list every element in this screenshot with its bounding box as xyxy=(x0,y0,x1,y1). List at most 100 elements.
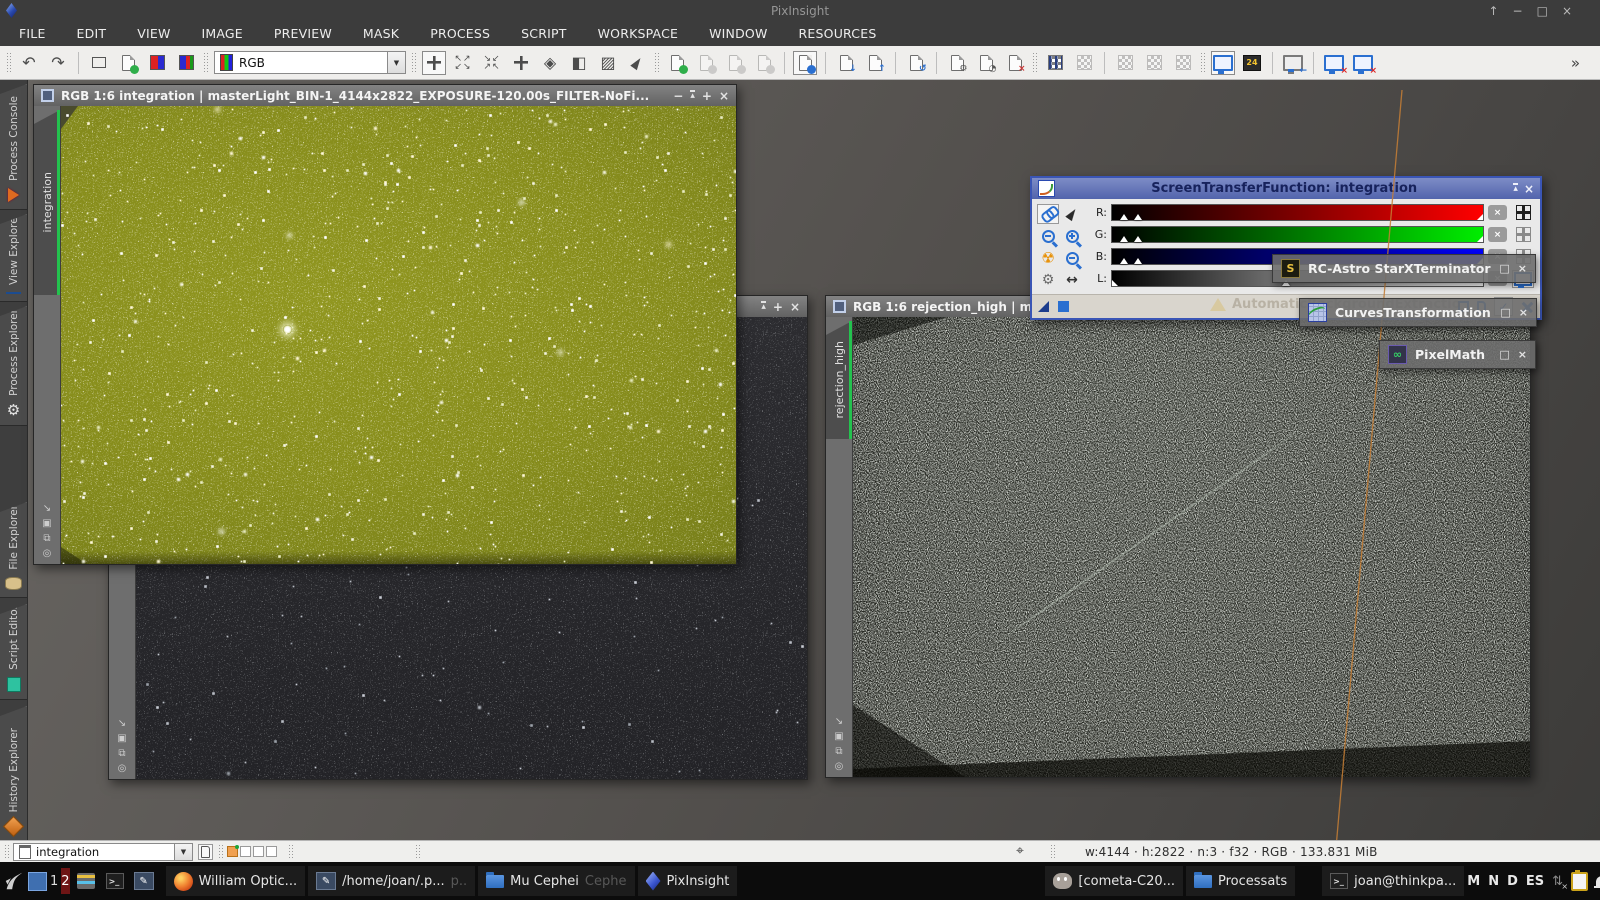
new-instance-icon[interactable] xyxy=(1058,301,1069,312)
text-editor-launcher-icon[interactable]: ✎ xyxy=(131,872,157,890)
shade-button[interactable]: ▴ xyxy=(690,90,695,101)
workspace-2-button[interactable]: 2 xyxy=(61,868,69,894)
stf-titlebar[interactable]: ScreenTransferFunction: integration ▴ × xyxy=(1032,178,1540,199)
pan-mode-icon[interactable] xyxy=(509,51,533,75)
track-view-icon[interactable]: ◎ xyxy=(43,548,52,559)
reset-stf-icon[interactable]: × xyxy=(1322,51,1346,75)
menu-image[interactable]: IMAGE xyxy=(202,26,243,41)
task-terminal-joan[interactable]: >_ joan@thinkpa... xyxy=(1322,866,1464,896)
process-settings-icon[interactable]: ⚙ xyxy=(945,51,969,75)
close-button[interactable]: × xyxy=(1519,306,1528,319)
roll-up-button[interactable]: ↑ xyxy=(1488,4,1498,18)
tab-process-explorer[interactable]: Process Explorer ⚙ xyxy=(0,306,27,426)
statusbar-handle[interactable] xyxy=(1050,844,1055,860)
statusbar-handle[interactable] xyxy=(218,844,223,860)
fit-window-icon[interactable]: ↘ xyxy=(43,503,51,514)
close-button[interactable]: × xyxy=(1524,182,1534,196)
clipboard-icon[interactable] xyxy=(1571,872,1588,891)
shade-button[interactable]: ▴ xyxy=(1513,183,1518,194)
workspace-swatch-4[interactable] xyxy=(266,846,277,857)
clear-stf-icon[interactable]: × xyxy=(1351,51,1375,75)
24bit-lut-icon[interactable]: 24 xyxy=(1240,51,1264,75)
fit-window-icon[interactable]: ↘ xyxy=(835,716,843,727)
workspace-1-button[interactable]: 1 xyxy=(50,868,58,894)
undo-icon[interactable]: ↶ xyxy=(17,51,41,75)
shade-button[interactable]: ▴ xyxy=(761,301,766,312)
task-mu-cephei[interactable]: Mu CepheiCephe xyxy=(478,866,634,896)
kbd-layout-es[interactable]: ES xyxy=(1526,874,1544,889)
tab-file-explorer[interactable]: File Explorer xyxy=(0,502,27,598)
process-history-icon[interactable]: ◔ xyxy=(974,51,998,75)
select-mask-icon[interactable] xyxy=(1171,51,1195,75)
tab-history-explorer[interactable]: History Explorer xyxy=(0,706,27,840)
curvestransformation-window[interactable]: CurvesTransformation □ × xyxy=(1299,298,1537,327)
show-desktop-icon[interactable] xyxy=(28,872,47,891)
reset-process-icon[interactable]: ↺ xyxy=(904,51,928,75)
notifications-icon[interactable] xyxy=(1596,876,1600,886)
tab-script-editor[interactable]: Script Editor xyxy=(0,604,27,700)
zoom-button[interactable]: + xyxy=(702,90,712,102)
task-processats[interactable]: Processats xyxy=(1186,866,1295,896)
track-view-icon[interactable]: ◎ xyxy=(835,761,844,772)
toolbar-handle[interactable] xyxy=(411,52,417,74)
fit-view-icon[interactable]: ▣ xyxy=(834,731,843,742)
extract-channels-icon[interactable] xyxy=(145,51,169,75)
statusbar-handle[interactable] xyxy=(415,844,420,860)
dropdown-arrow-icon[interactable]: ▼ xyxy=(174,844,192,860)
toolbar-handle[interactable] xyxy=(203,52,209,74)
center-image-icon[interactable]: ◈ xyxy=(538,51,562,75)
dropdown-arrow-icon[interactable]: ▼ xyxy=(387,52,405,73)
delete-process-icon[interactable]: × xyxy=(1003,51,1027,75)
stf-settings-icon[interactable]: ⚙ xyxy=(1037,270,1059,290)
task-editor-home[interactable]: ✎ /home/joan/.p...p.. xyxy=(308,866,475,896)
toolbar-handle[interactable] xyxy=(1200,52,1206,74)
menu-edit[interactable]: EDIT xyxy=(77,26,107,41)
zoom-11-icon[interactable] xyxy=(1061,248,1083,268)
toolbar-overflow-icon[interactable]: » xyxy=(1571,54,1580,72)
fit-view-icon[interactable]: ▣ xyxy=(42,518,51,529)
stf-green-slider[interactable] xyxy=(1111,226,1484,243)
select-mode-icon[interactable] xyxy=(625,51,649,75)
close-button[interactable]: × xyxy=(719,90,729,102)
show-mask-icon[interactable] xyxy=(1043,51,1067,75)
workspace-swatch-1[interactable] xyxy=(227,846,238,857)
close-button[interactable]: × xyxy=(790,301,800,313)
toolbar-handle[interactable] xyxy=(6,52,12,74)
duplicate-view-icon[interactable]: ⧉ xyxy=(118,748,125,759)
task-firefox[interactable]: William Optic... xyxy=(166,866,306,896)
toolbar-handle[interactable] xyxy=(1032,52,1038,74)
menu-view[interactable]: VIEW xyxy=(137,26,170,41)
statusbar-handle[interactable] xyxy=(4,844,9,860)
remove-mask-icon[interactable] xyxy=(1072,51,1096,75)
statusbar-handle[interactable] xyxy=(288,844,293,860)
image-id-icon[interactable] xyxy=(87,51,111,75)
pixelmath-window[interactable]: ∞ PixelMath □ × xyxy=(1379,340,1536,369)
zoom-to-fit-icon[interactable]: ↖↙↗↘ xyxy=(451,51,475,75)
integration-image-canvas[interactable] xyxy=(61,106,736,564)
edit-mask-icon[interactable] xyxy=(1113,51,1137,75)
menu-script[interactable]: SCRIPT xyxy=(521,26,566,41)
enable-mask-icon[interactable] xyxy=(1142,51,1166,75)
apply-stf-icon[interactable]: ← xyxy=(1281,51,1305,75)
tab-process-console[interactable]: Process Console xyxy=(0,84,27,210)
close-button[interactable]: × xyxy=(1562,4,1572,18)
zoom-button[interactable]: + xyxy=(773,301,783,313)
tab-view-explorer[interactable]: View Explorer xyxy=(0,214,27,302)
redo-icon[interactable]: ↷ xyxy=(46,51,70,75)
task-pixinsight[interactable]: PixInsight xyxy=(638,866,738,896)
scroll-mode-icon[interactable]: ↔ xyxy=(1061,270,1083,290)
duplicate-view-icon[interactable]: ⧉ xyxy=(835,746,842,757)
edit-stf-icon[interactable] xyxy=(1061,204,1083,224)
kbd-indicator-m[interactable]: M xyxy=(1467,874,1480,889)
view-selector[interactable]: integration ▼ xyxy=(13,843,193,861)
clone-process-icon[interactable] xyxy=(723,51,747,75)
duplicate-process-icon[interactable] xyxy=(752,51,776,75)
link-rgb-icon[interactable] xyxy=(1037,204,1059,224)
edit-process-icon[interactable] xyxy=(694,51,718,75)
toolbar-handle[interactable] xyxy=(654,52,660,74)
track-view-icon[interactable]: ◎ xyxy=(118,763,127,774)
minimize-button[interactable]: − xyxy=(1513,4,1523,18)
restore-button[interactable]: □ xyxy=(1499,348,1509,361)
zoom-out-icon[interactable] xyxy=(1037,226,1059,246)
readout-mode-icon[interactable] xyxy=(422,51,446,75)
